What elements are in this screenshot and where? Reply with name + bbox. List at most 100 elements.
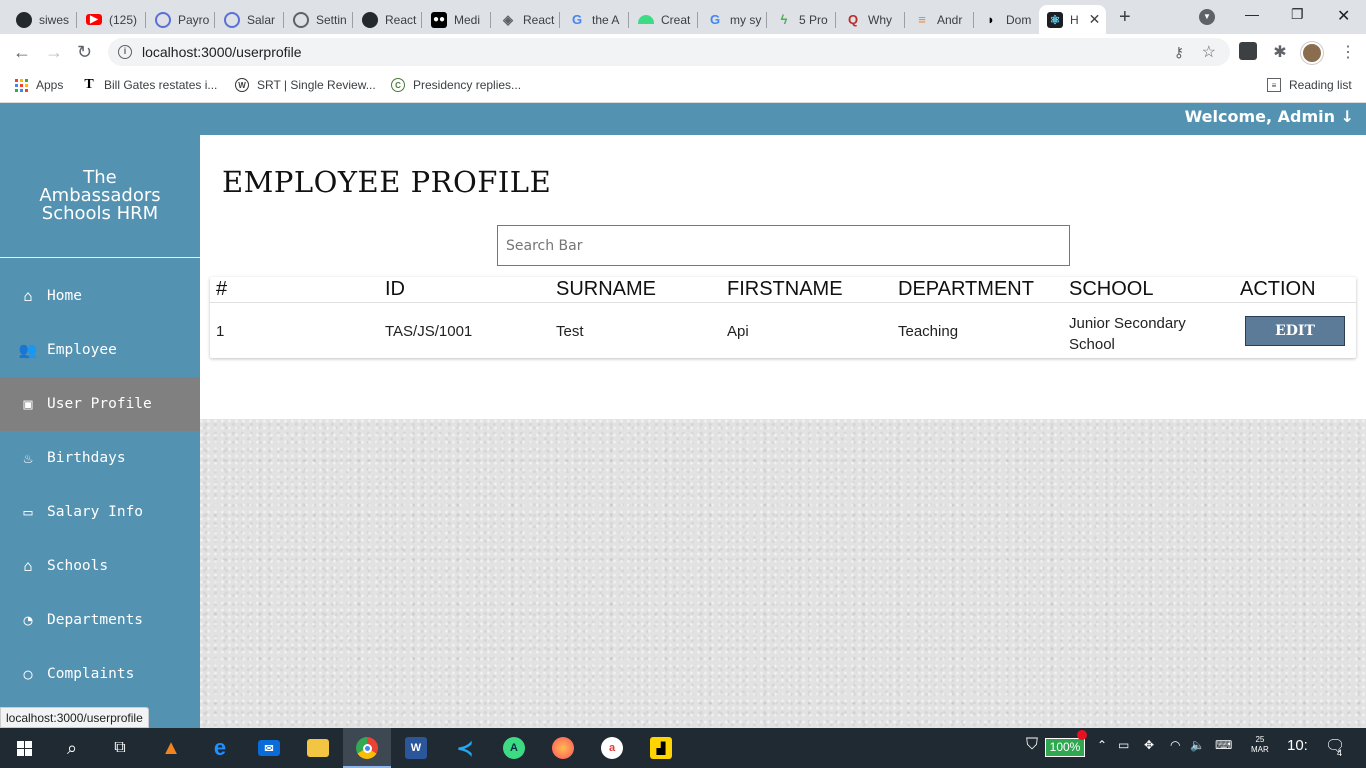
- search-icon[interactable]: ⌕: [48, 728, 96, 768]
- table-header: # ID SURNAME FIRSTNAME DEPARTMENT SCHOOL…: [210, 277, 1356, 303]
- sidebar-item-label: Departments: [47, 612, 144, 628]
- employee-school: Junior Secondary School: [1069, 313, 1186, 355]
- wifi-icon[interactable]: ◠: [1170, 738, 1180, 752]
- windows-start-icon[interactable]: [0, 728, 48, 768]
- restore-button[interactable]: ❐: [1291, 6, 1304, 23]
- bookmark-srt[interactable]: W SRT | Single Review...: [235, 78, 376, 92]
- app-circle-icon[interactable]: a: [588, 728, 636, 768]
- tab-search-icon[interactable]: ▼: [1199, 9, 1215, 25]
- tab-android[interactable]: Creat: [630, 5, 698, 34]
- battery-indicator[interactable]: 100%: [1045, 738, 1085, 757]
- close-tab-icon[interactable]: ✕: [1089, 11, 1101, 28]
- tab-google-search-1[interactable]: G the A: [561, 5, 629, 34]
- reload-icon[interactable]: ↻: [77, 42, 92, 62]
- tab-quora[interactable]: Q Why: [837, 5, 905, 34]
- sidebar-item-schools[interactable]: ⌂ Schools: [0, 539, 200, 593]
- wordpress-icon: W: [235, 78, 249, 92]
- sticky-notes-icon[interactable]: ▟: [637, 728, 685, 768]
- tab-payroll[interactable]: Payro: [147, 5, 215, 34]
- bookmark-presidency[interactable]: C Presidency replies...: [391, 78, 521, 92]
- column-header: SCHOOL: [1069, 278, 1154, 300]
- tab-stackoverflow[interactable]: ≡ Andr: [906, 5, 974, 34]
- tab-youtube[interactable]: ▶ (125): [78, 5, 146, 34]
- column-header: SURNAME: [556, 278, 657, 300]
- tab-react-docs[interactable]: ◈ React: [492, 5, 560, 34]
- school-icon: ⌂: [23, 557, 33, 575]
- sidebar-item-complaints[interactable]: ○ Complaints: [0, 647, 200, 701]
- tab-current-app[interactable]: ⚛ H ✕: [1039, 5, 1106, 34]
- tab-settings[interactable]: Settin: [285, 5, 353, 34]
- chrome-icon[interactable]: [343, 728, 391, 768]
- address-url[interactable]: localhost:3000/userprofile: [142, 44, 302, 60]
- new-tab-button[interactable]: +: [1119, 7, 1131, 27]
- globe-icon: [155, 11, 171, 28]
- tab-label: Creat: [661, 12, 691, 27]
- welcome-text: Welcome, Admin: [1184, 107, 1336, 126]
- back-arrow-icon[interactable]: ←: [13, 42, 31, 62]
- android-studio-icon[interactable]: A: [490, 728, 538, 768]
- puzzle-extensions-icon[interactable]: ✱: [1271, 42, 1289, 61]
- user-menu[interactable]: Welcome, Admin ↓: [1185, 107, 1354, 126]
- tab-salary[interactable]: Salar: [216, 5, 284, 34]
- avatar[interactable]: [1301, 42, 1323, 64]
- sidebar-item-user-profile[interactable]: ▣ User Profile: [0, 377, 200, 431]
- menu-kebab-icon[interactable]: ⋮: [1340, 42, 1356, 62]
- edge-icon[interactable]: e: [196, 728, 244, 768]
- sidebar-item-home[interactable]: ⌂ Home: [0, 269, 200, 323]
- clock[interactable]: 10:: [1287, 737, 1308, 754]
- sidebar-item-employee[interactable]: 👥 Employee: [0, 323, 200, 377]
- search-input[interactable]: [497, 225, 1070, 266]
- bookmark-apps[interactable]: Apps: [15, 78, 63, 92]
- minimize-button[interactable]: —: [1245, 6, 1259, 22]
- browser-status-url: localhost:3000/userprofile: [0, 707, 149, 728]
- reading-list-label: Reading list: [1289, 78, 1352, 92]
- reading-list[interactable]: ≡ Reading list: [1267, 78, 1352, 92]
- volume-icon[interactable]: 🔈: [1190, 738, 1205, 752]
- power-icon[interactable]: ▭: [1118, 738, 1129, 752]
- bookmark-label: Presidency replies...: [413, 78, 522, 92]
- keyboard-icon[interactable]: ⌨: [1215, 738, 1232, 752]
- google-icon: G: [571, 12, 583, 27]
- tab-dom[interactable]: ◗ Dom: [975, 5, 1038, 34]
- sidebar-item-departments[interactable]: ◔ Departments: [0, 593, 200, 647]
- task-view-icon[interactable]: ⧉: [96, 728, 144, 768]
- sidebar-item-label: Birthdays: [47, 450, 126, 466]
- file-explorer-icon[interactable]: [294, 728, 342, 768]
- site-icon: C: [391, 78, 405, 92]
- firefox-icon[interactable]: [539, 728, 587, 768]
- tab-react-github[interactable]: React: [354, 5, 422, 34]
- edit-button[interactable]: EDIT: [1245, 316, 1345, 346]
- android-icon: [638, 15, 654, 24]
- bookmark-bill-gates[interactable]: T Bill Gates restates i...: [82, 77, 217, 92]
- site-info-icon[interactable]: i: [118, 45, 132, 59]
- shield-check-icon[interactable]: ⛉: [1026, 736, 1038, 754]
- sidebar-item-birthdays[interactable]: ♨ Birthdays: [0, 431, 200, 485]
- vscode-icon[interactable]: ≺: [441, 728, 489, 768]
- date-display[interactable]: 25 MAR: [1251, 735, 1269, 755]
- sidebar-item-salary-info[interactable]: ▭ Salary Info: [0, 485, 200, 539]
- tab-siwes[interactable]: siwes: [8, 5, 77, 34]
- vlc-icon[interactable]: ▲: [147, 728, 195, 768]
- bookmark-star-icon[interactable]: ☆: [1202, 42, 1216, 62]
- tab-medium[interactable]: ●● Medi: [423, 5, 491, 34]
- sidebar-item-label: Employee: [47, 342, 117, 358]
- address-bar[interactable]: i localhost:3000/userprofile ⚷ ☆: [108, 38, 1230, 66]
- tab-google-search-2[interactable]: G my sy: [699, 5, 767, 34]
- page-title: EMPLOYEE PROFILE: [222, 165, 552, 199]
- screen: siwes ▶ (125) Payro Salar Settin React ●…: [0, 0, 1366, 768]
- forward-arrow-icon[interactable]: →: [45, 42, 63, 62]
- dropbox-icon[interactable]: ✥: [1144, 738, 1154, 752]
- tab-5-pro[interactable]: ϟ 5 Pro: [768, 5, 836, 34]
- close-window-button[interactable]: ✕: [1337, 6, 1350, 26]
- extension-icon[interactable]: [1239, 42, 1257, 60]
- employee-department: Teaching: [898, 323, 959, 340]
- key-icon[interactable]: ⚷: [1174, 44, 1184, 61]
- column-header: ID: [385, 278, 405, 300]
- school-line: Junior Secondary: [1069, 315, 1186, 332]
- sidebar-item-label: Salary Info: [47, 504, 144, 520]
- chevron-up-icon[interactable]: ⌃: [1097, 738, 1107, 752]
- action-center-icon[interactable]: 🗨: [1325, 736, 1345, 756]
- word-icon[interactable]: W: [392, 728, 440, 768]
- browser-toolbar: ← → ↻ i localhost:3000/userprofile ⚷ ☆: [0, 34, 1366, 71]
- mail-icon[interactable]: ✉: [245, 728, 293, 768]
